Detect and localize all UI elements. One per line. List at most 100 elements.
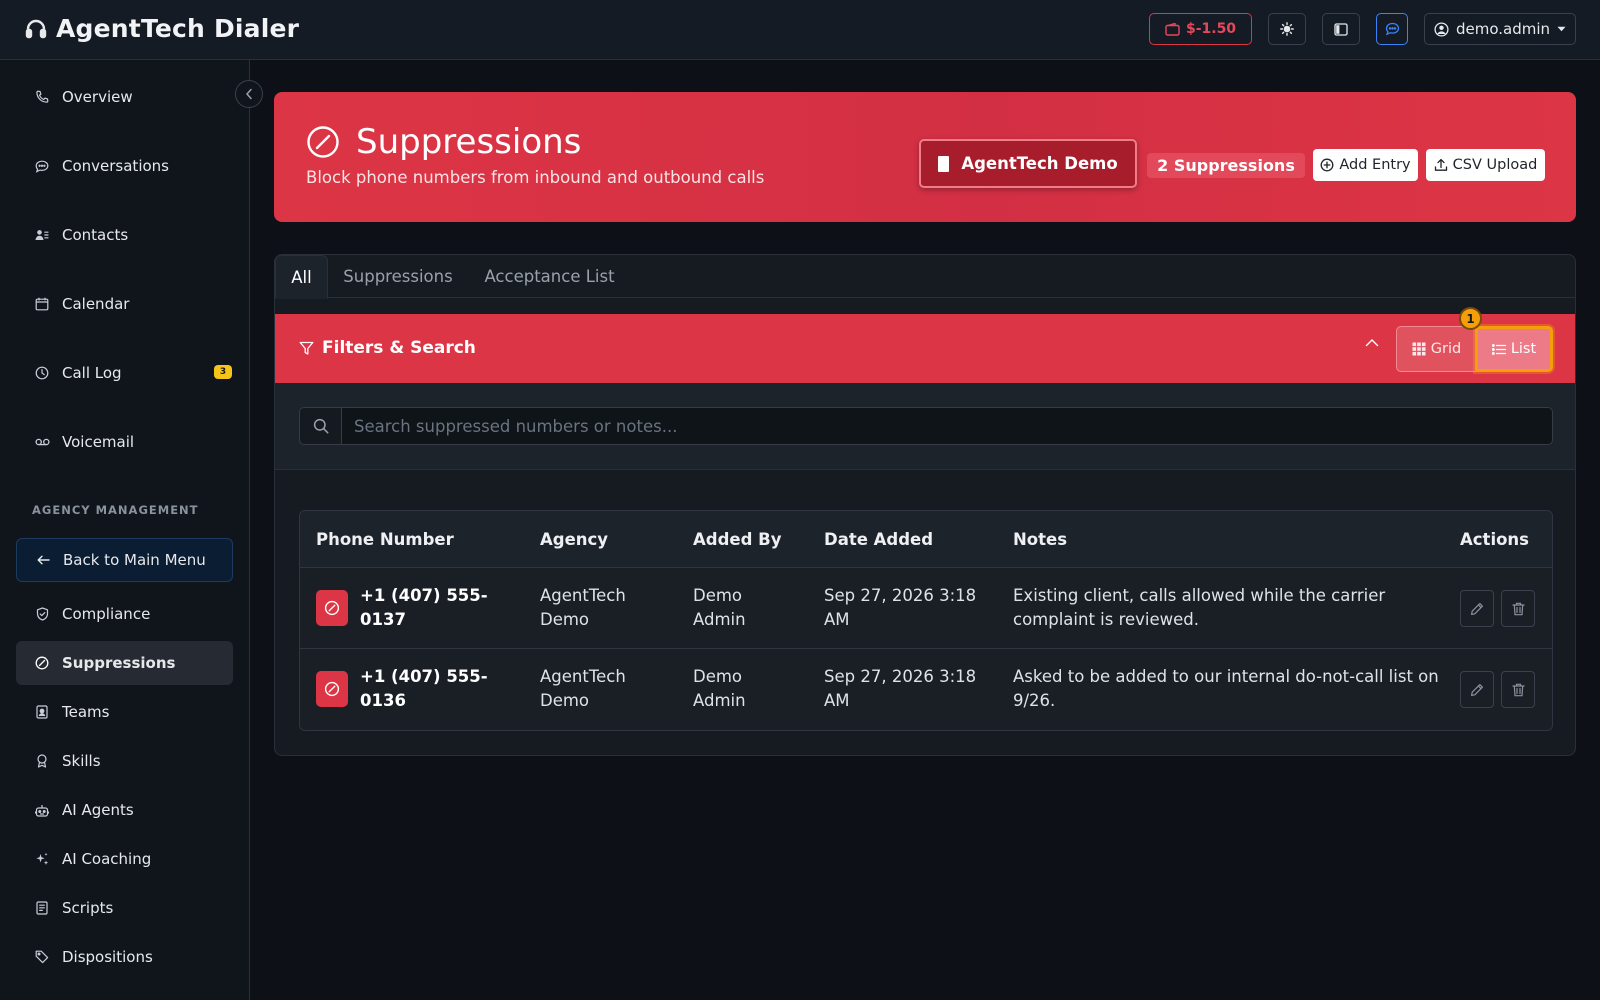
sidebar-item-label: AI Coaching [62, 850, 152, 868]
sparkles-icon [34, 851, 50, 867]
edit-button[interactable] [1460, 590, 1494, 627]
suppressed-badge [316, 671, 348, 707]
notes-line: Existing client, calls allowed while the… [1013, 586, 1386, 605]
trash-icon [1511, 683, 1525, 696]
sidebar-collapse-button[interactable] [235, 80, 263, 108]
sidebar-item-dispositions[interactable]: Dispositions [16, 935, 233, 979]
chevron-up-icon[interactable] [1365, 338, 1379, 347]
suppressions-count-badge: 2 Suppressions [1147, 153, 1305, 178]
delete-button[interactable] [1501, 590, 1535, 627]
column-header-date-added[interactable]: Date Added [824, 530, 933, 549]
csv-upload-label: CSV Upload [1452, 157, 1538, 173]
column-header-added-by[interactable]: Added By [693, 530, 781, 549]
theme-toggle-button[interactable] [1268, 13, 1306, 45]
phone-number: +1 (407) 555- 0137 [360, 584, 510, 632]
sidebar-item-ai-agents[interactable]: AI Agents [16, 788, 233, 832]
added-by-line: Admin [693, 691, 746, 710]
phone-number-line: 0136 [360, 691, 406, 710]
app-title: AgentTech Dialer [56, 14, 300, 43]
tab-suppressions[interactable]: Suppressions [328, 255, 468, 298]
user-menu-button[interactable]: demo.admin [1424, 13, 1576, 45]
brand[interactable]: AgentTech Dialer [24, 14, 299, 43]
sidebar-item-back-to-main-menu[interactable]: Back to Main Menu [16, 538, 233, 582]
slash-circle-icon [324, 600, 340, 616]
phone-number: +1 (407) 555- 0136 [360, 665, 510, 713]
column-header-phone-number[interactable]: Phone Number [316, 530, 454, 549]
sidebar-item-teams[interactable]: Teams [16, 690, 233, 734]
document-icon [34, 900, 50, 916]
clock-icon [34, 365, 50, 381]
sidebar-item-conversations[interactable]: Conversations [16, 144, 233, 188]
add-entry-button[interactable]: Add Entry [1313, 149, 1418, 181]
tab-acceptance-list[interactable]: Acceptance List [468, 255, 631, 298]
search-input[interactable] [341, 407, 1553, 445]
badge-icon [34, 704, 50, 720]
column-header-notes[interactable]: Notes [1013, 530, 1067, 549]
layout-toggle-button[interactable] [1322, 13, 1360, 45]
sidebar-item-skills[interactable]: Skills [16, 739, 233, 783]
top-bar: AgentTech Dialer $-1.50 demo.admin [0, 0, 1600, 60]
sidebar-item-label: Scripts [62, 899, 114, 917]
tab-bar: All Suppressions Acceptance List [275, 255, 1575, 299]
chevron-left-icon [245, 88, 253, 100]
suppressions-table: Phone Number Agency Added By Date Added … [299, 510, 1553, 731]
list-view-button[interactable]: List [1475, 326, 1553, 372]
phone-number-line: +1 (407) 555- [360, 586, 488, 605]
sidebar-item-label: Dispositions [62, 948, 153, 966]
date-line: Sep 27, 2026 3:18 [824, 586, 977, 605]
grid-view-button[interactable]: Grid [1396, 326, 1477, 372]
sidebar-item-calendar[interactable]: Calendar [16, 282, 233, 326]
call-log-count-badge: 3 [214, 365, 232, 379]
sidebar-section-label: AGENCY MANAGEMENT [32, 503, 199, 517]
agency-line: Demo [540, 691, 590, 710]
tags-icon [34, 949, 50, 965]
username: demo.admin [1455, 20, 1551, 38]
chat-button[interactable] [1376, 13, 1408, 45]
search-area [275, 383, 1575, 470]
filters-toggle[interactable]: Filters & Search [299, 338, 476, 358]
robot-icon [34, 802, 50, 818]
column-header-agency[interactable]: Agency [540, 530, 608, 549]
sidebar-item-overview[interactable]: Overview [16, 75, 233, 119]
sidebar-item-label: Calendar [62, 295, 130, 313]
upload-icon [1434, 158, 1448, 172]
sidebar-item-suppressions[interactable]: Suppressions [16, 641, 233, 685]
plus-circle-icon [1320, 158, 1334, 172]
edit-button[interactable] [1460, 671, 1494, 708]
phone-icon [34, 89, 50, 105]
date-line: AM [824, 610, 850, 629]
suppressed-badge [316, 590, 348, 626]
delete-button[interactable] [1501, 671, 1535, 708]
slash-circle-icon [34, 655, 50, 671]
agency-cell: AgentTech Demo [540, 665, 660, 713]
search-icon [299, 407, 341, 445]
sidebar-item-label: AI Agents [62, 801, 134, 819]
agency-selector-label: AgentTech Demo [961, 154, 1118, 173]
csv-upload-button[interactable]: CSV Upload [1426, 149, 1545, 181]
phone-number-line: +1 (407) 555- [360, 667, 488, 686]
grid-icon [1412, 342, 1426, 356]
sidebar-item-call-log[interactable]: Call Log 3 [16, 351, 233, 395]
sidebar-item-label: Conversations [62, 157, 169, 175]
slash-circle-icon [324, 681, 340, 697]
added-by-cell: Demo Admin [693, 665, 783, 713]
agency-selector-button[interactable]: AgentTech Demo [919, 139, 1137, 188]
sidebar-item-contacts[interactable]: Contacts [16, 213, 233, 257]
added-by-cell: Demo Admin [693, 584, 783, 632]
sidebar-item-scripts[interactable]: Scripts [16, 886, 233, 930]
table-row: +1 (407) 555- 0137 AgentTech Demo Demo Admi… [300, 568, 1552, 649]
balance-button[interactable]: $-1.50 [1149, 13, 1252, 45]
sidebar-item-ai-coaching[interactable]: AI Coaching [16, 837, 233, 881]
page-subtitle: Block phone numbers from inbound and out… [306, 168, 765, 187]
sidebar-item-compliance[interactable]: Compliance [16, 592, 233, 636]
balance-amount: $-1.50 [1185, 21, 1237, 37]
award-icon [34, 753, 50, 769]
tab-all[interactable]: All [275, 255, 328, 299]
sidebar-item-voicemail[interactable]: Voicemail [16, 420, 233, 464]
step-marker-badge: 1 [1459, 307, 1482, 330]
notes-line: complaint is reviewed. [1013, 610, 1200, 629]
phone-number-line: 0137 [360, 610, 406, 629]
agency-line: Demo [540, 610, 590, 629]
suppressions-panel: All Suppressions Acceptance List Filters… [274, 254, 1576, 756]
agency-cell: AgentTech Demo [540, 584, 660, 632]
